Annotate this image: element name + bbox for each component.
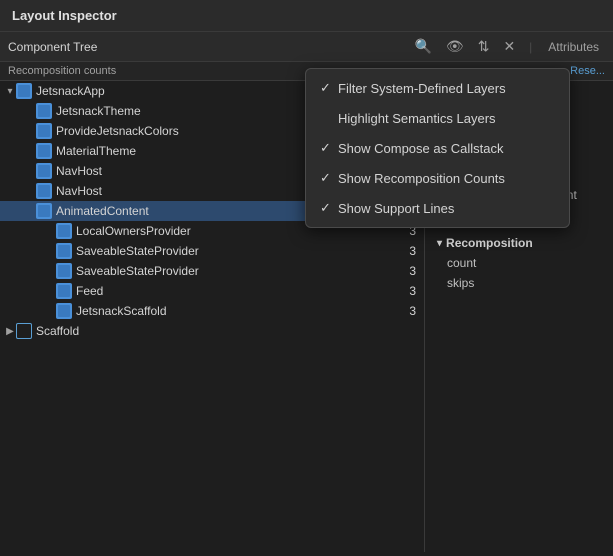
count-saveablestateprovider2: 3 — [394, 264, 424, 278]
title-text: Layout Inspector — [12, 8, 117, 23]
item-label-saveablestateprovider1: SaveableStateProvider — [76, 244, 394, 258]
count-feed: 3 — [394, 284, 424, 298]
menu-item-show-support[interactable]: ✓ Show Support Lines — [306, 193, 569, 223]
tree-item-saveablestateprovider2[interactable]: SaveableStateProvider 3 — [0, 261, 424, 281]
tree-item-saveablestateprovider1[interactable]: SaveableStateProvider 3 — [0, 241, 424, 261]
checkmark-show-support: ✓ — [320, 200, 338, 216]
menu-item-show-recomposition[interactable]: ✓ Show Recomposition Counts — [306, 163, 569, 193]
menu-item-highlight-semantics[interactable]: ✓ Highlight Semantics Layers — [306, 103, 569, 133]
component-icon-jetsnackscaffold — [56, 303, 72, 319]
recomposition-arrow: ▾ — [437, 238, 442, 249]
reorder-button[interactable]: ⇅ — [474, 36, 494, 57]
attributes-header: Attributes — [542, 38, 605, 56]
component-icon-animatedcontent — [36, 203, 52, 219]
component-icon-navhost1 — [36, 163, 52, 179]
attr-count[interactable]: count — [425, 253, 613, 273]
close-button[interactable]: ✕ — [499, 36, 519, 57]
component-icon-saveablestateprovider1 — [56, 243, 72, 259]
checkmark-show-compose: ✓ — [320, 140, 338, 156]
component-icon-feed — [56, 283, 72, 299]
tree-item-feed[interactable]: Feed 3 — [0, 281, 424, 301]
attr-skips[interactable]: skips — [425, 273, 613, 293]
menu-label-show-compose: Show Compose as Callstack — [338, 141, 503, 156]
search-button[interactable]: 🔍 — [410, 36, 435, 57]
menu-item-filter-system[interactable]: ✓ Filter System-Defined Layers — [306, 73, 569, 103]
scaffold-icon — [16, 323, 32, 339]
component-icon-providejetsnackcolors — [36, 123, 52, 139]
tree-item-jetsnackscaffold[interactable]: JetsnackScaffold 3 — [0, 301, 424, 321]
recomposition-label: Recomposition counts — [8, 65, 116, 77]
recomposition-section-header[interactable]: ▾ Recomposition — [425, 233, 613, 253]
menu-label-highlight-semantics: Highlight Semantics Layers — [338, 111, 496, 126]
checkmark-highlight-semantics: ✓ — [320, 110, 338, 126]
toolbar: Component Tree 🔍 👁 ⇅ ✕ | Attributes — [0, 32, 613, 62]
tree-item-scaffold[interactable]: ▶ Scaffold — [0, 321, 424, 341]
item-label-jetsnackscaffold: JetsnackScaffold — [76, 304, 394, 318]
dropdown-menu: ✓ Filter System-Defined Layers ✓ Highlig… — [305, 68, 570, 228]
item-label-feed: Feed — [76, 284, 394, 298]
menu-label-filter-system: Filter System-Defined Layers — [338, 81, 506, 96]
count-saveablestateprovider1: 3 — [394, 244, 424, 258]
expand-arrow-jetsnackapp: ▾ — [4, 86, 16, 97]
item-label-saveablestateprovider2: SaveableStateProvider — [76, 264, 394, 278]
component-icon-localownersprovider — [56, 223, 72, 239]
component-icon-saveablestateprovider2 — [56, 263, 72, 279]
recomposition-section: ▾ Recomposition count skips — [425, 229, 613, 297]
menu-item-show-compose[interactable]: ✓ Show Compose as Callstack — [306, 133, 569, 163]
menu-label-show-recomposition: Show Recomposition Counts — [338, 171, 505, 186]
checkmark-show-recomposition: ✓ — [320, 170, 338, 186]
eye-button[interactable]: 👁 — [442, 36, 468, 57]
count-jetsnackscaffold: 3 — [394, 304, 424, 318]
expand-arrow-scaffold: ▶ — [4, 326, 16, 337]
component-icon-materialtheme — [36, 143, 52, 159]
item-label-scaffold: Scaffold — [36, 324, 424, 338]
component-icon-jetsnacktheme — [36, 103, 52, 119]
checkmark-filter-system: ✓ — [320, 80, 338, 96]
recomposition-label: Recomposition — [446, 236, 533, 250]
title-bar: Layout Inspector — [0, 0, 613, 32]
component-tree-label: Component Tree — [8, 40, 402, 54]
component-icon-jetsnackapp — [16, 83, 32, 99]
reset-link[interactable]: Rese... — [570, 65, 605, 77]
menu-label-show-support: Show Support Lines — [338, 201, 454, 216]
toolbar-icons: 🔍 👁 ⇅ ✕ | Attributes — [410, 36, 605, 57]
component-icon-navhost2 — [36, 183, 52, 199]
